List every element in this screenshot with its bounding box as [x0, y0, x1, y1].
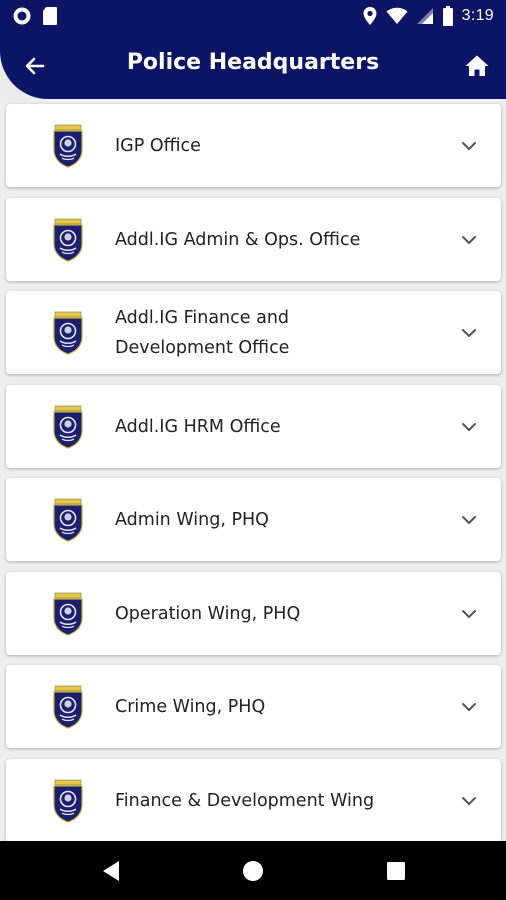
office-list-item[interactable]: Admin Wing, PHQ	[6, 478, 501, 561]
police-emblem-icon	[50, 592, 86, 636]
status-time: 3:19	[461, 7, 494, 24]
back-triangle-icon	[103, 861, 119, 881]
office-label: Finance & Development Wing	[115, 790, 375, 811]
wifi-icon	[386, 7, 408, 24]
nav-recents-button[interactable]	[382, 857, 410, 885]
police-emblem-icon	[50, 124, 86, 168]
location-icon	[363, 7, 377, 25]
chevron-down-icon[interactable]	[459, 230, 479, 250]
nav-back-button[interactable]	[97, 857, 125, 885]
office-list-item[interactable]: Finance & Development Wing	[6, 759, 501, 841]
home-icon	[465, 55, 489, 76]
chevron-down-icon[interactable]	[459, 323, 479, 343]
police-emblem-icon	[50, 311, 86, 355]
office-label: IGP Office	[115, 135, 201, 156]
page-title: Police Headquarters	[126, 50, 380, 75]
office-list-item[interactable]: Operation Wing, PHQ	[6, 572, 501, 655]
police-emblem-icon	[50, 405, 86, 449]
police-emblem-icon	[50, 685, 86, 729]
cell-signal-icon	[416, 8, 433, 24]
sd-card-icon	[43, 7, 57, 25]
chevron-down-icon[interactable]	[459, 136, 479, 156]
office-label: Operation Wing, PHQ	[115, 603, 301, 624]
status-right-icons: 3:19	[362, 6, 494, 26]
notification-circle-icon	[13, 7, 31, 25]
office-label: Addl.IG Admin & Ops. Office	[115, 229, 361, 250]
chevron-down-icon[interactable]	[459, 510, 479, 530]
chevron-down-icon[interactable]	[459, 697, 479, 717]
recents-square-icon	[387, 862, 405, 880]
office-list-item[interactable]: Addl.IG Admin & Ops. Office	[6, 198, 501, 281]
status-bar: 3:19	[0, 0, 506, 32]
office-list-item[interactable]: Addl.IG Finance and Development Office	[6, 291, 501, 374]
home-button[interactable]	[460, 49, 494, 83]
office-label: Addl.IG Finance and Development Office	[115, 307, 290, 358]
office-list-item[interactable]: Addl.IG HRM Office	[6, 385, 501, 468]
office-label: Addl.IG HRM Office	[115, 416, 281, 437]
home-circle-icon	[243, 861, 263, 881]
status-left-icons	[12, 6, 58, 26]
police-emblem-icon	[50, 779, 86, 823]
police-emblem-icon	[50, 498, 86, 542]
chevron-down-icon[interactable]	[459, 791, 479, 811]
office-label: Crime Wing, PHQ	[115, 696, 266, 717]
office-list-item[interactable]: Crime Wing, PHQ	[6, 665, 501, 748]
office-label: Admin Wing, PHQ	[115, 509, 269, 530]
chevron-down-icon[interactable]	[459, 417, 479, 437]
office-list: IGP Office Addl.IG Admin & Ops. Office A…	[0, 99, 506, 841]
chevron-down-icon[interactable]	[459, 604, 479, 624]
system-nav-bar	[0, 841, 506, 900]
office-list-item[interactable]: IGP Office	[6, 104, 501, 187]
nav-home-button[interactable]	[239, 857, 267, 885]
police-emblem-icon	[50, 218, 86, 262]
app-header: Police Headquarters	[0, 32, 506, 99]
battery-icon	[442, 6, 453, 26]
